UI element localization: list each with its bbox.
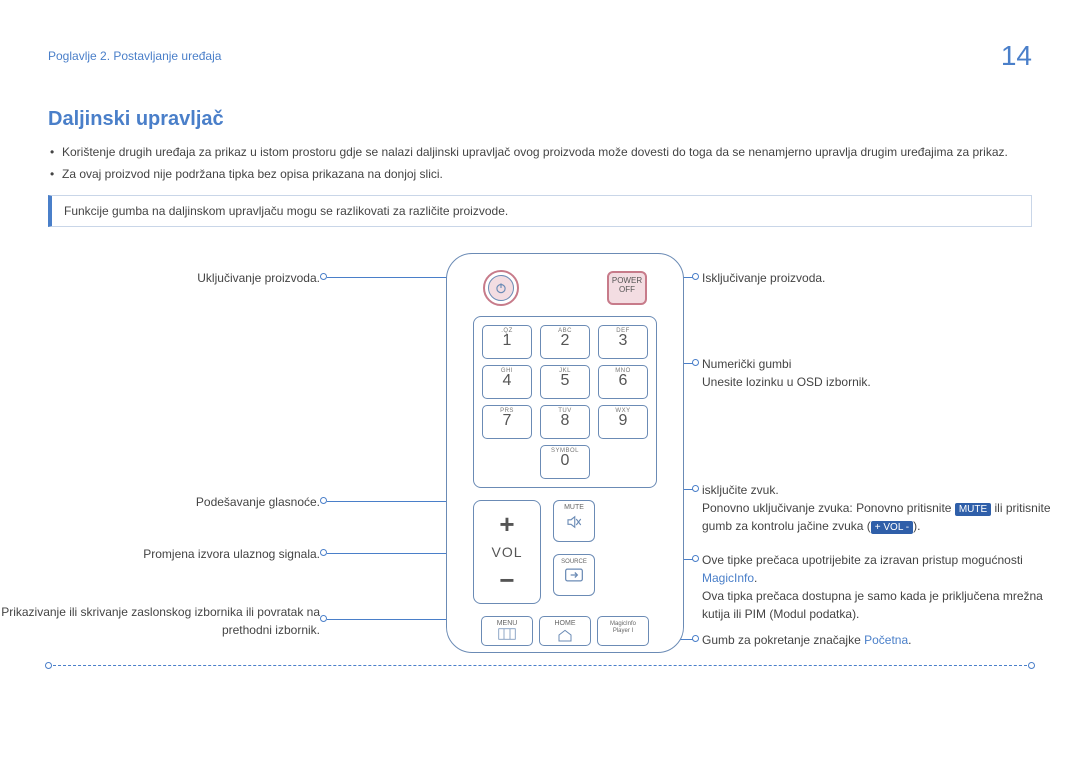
label-home: Gumb za pokretanje značajke Početna. xyxy=(702,631,911,649)
mute-button[interactable]: MUTE xyxy=(553,500,595,542)
key-8[interactable]: TUV8 xyxy=(540,405,590,439)
remote-diagram: Uključivanje proizvoda. Podešavanje glas… xyxy=(48,245,1032,685)
volume-rocker[interactable]: + VOL − xyxy=(473,500,541,604)
label-power-on: Uključivanje proizvoda. xyxy=(197,269,320,287)
label-power-off: Isključivanje proizvoda. xyxy=(702,269,825,287)
key-9[interactable]: WXY9 xyxy=(598,405,648,439)
menu-button[interactable]: MENU xyxy=(481,616,533,646)
note-box: Funkcije gumba na daljinskom upravljaču … xyxy=(48,195,1032,227)
volume-up-icon: + xyxy=(499,511,514,537)
key-3[interactable]: DEF3 xyxy=(598,325,648,359)
remote-body: POWER OFF .QZ1 ABC2 DEF3 GHI4 JKL5 MNO6 … xyxy=(446,253,684,653)
label-magicinfo: Ove tipke prečaca upotrijebite za izrava… xyxy=(702,551,1062,623)
chapter-label: Poglavlje 2. Postavljanje uređaja xyxy=(48,49,221,63)
page-number: 14 xyxy=(1001,40,1032,72)
key-6[interactable]: MNO6 xyxy=(598,365,648,399)
magicinfo-button[interactable]: MagicInfoPlayer I xyxy=(597,616,649,646)
source-button[interactable]: SOURCE xyxy=(553,554,595,596)
key-7[interactable]: PRS7 xyxy=(482,405,532,439)
bullet-1: Korištenje drugih uređaja za prikaz u is… xyxy=(48,143,1032,161)
power-off-button[interactable]: POWER OFF xyxy=(607,271,647,305)
power-button[interactable] xyxy=(483,270,519,306)
menu-icon xyxy=(498,628,516,640)
key-0[interactable]: SYMBOL0 xyxy=(540,445,590,479)
label-menu: Prikazivanje ili skrivanje zaslonskog iz… xyxy=(0,603,320,639)
key-1[interactable]: .QZ1 xyxy=(482,325,532,359)
page-title: Daljinski upravljač xyxy=(48,108,1032,131)
home-icon xyxy=(557,628,573,642)
label-source: Promjena izvora ulaznog signala. xyxy=(143,545,320,563)
key-5[interactable]: JKL5 xyxy=(540,365,590,399)
label-numeric: Numerički gumbi Unesite lozinku u OSD iz… xyxy=(702,355,1042,391)
label-mute: isključite zvuk. Ponovno uključivanje zv… xyxy=(702,481,1062,535)
mute-tag: MUTE xyxy=(955,503,991,516)
label-volume: Podešavanje glasnoće. xyxy=(196,493,320,511)
volume-down-icon: − xyxy=(499,567,514,593)
home-button[interactable]: HOME xyxy=(539,616,591,646)
mute-icon xyxy=(565,513,583,531)
bullet-2: Za ovaj proizvod nije podržana tipka bez… xyxy=(48,165,1032,183)
power-icon xyxy=(494,281,508,295)
numeric-keypad: .QZ1 ABC2 DEF3 GHI4 JKL5 MNO6 PRS7 TUV8 … xyxy=(473,316,657,488)
vol-tag: + VOL - xyxy=(871,521,913,534)
key-4[interactable]: GHI4 xyxy=(482,365,532,399)
key-2[interactable]: ABC2 xyxy=(540,325,590,359)
source-icon xyxy=(564,568,584,582)
